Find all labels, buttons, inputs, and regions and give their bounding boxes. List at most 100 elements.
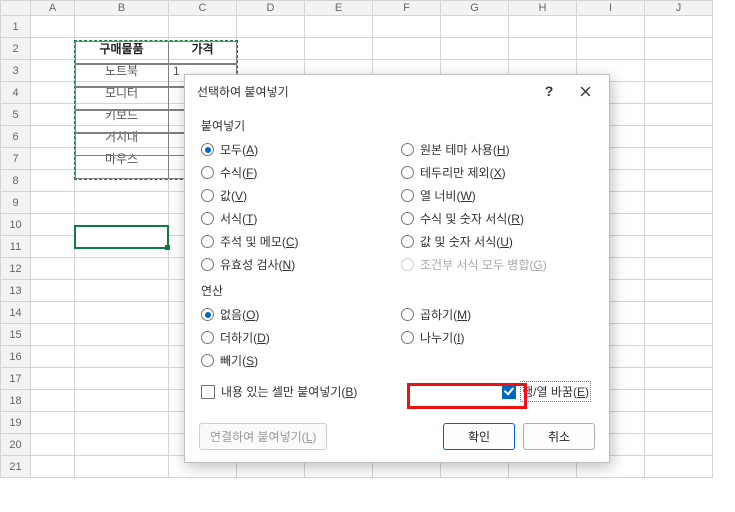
row-header[interactable]: 7 xyxy=(1,148,31,170)
skip-blanks-label: 내용 있는 셀만 붙여넣기(B) xyxy=(221,383,357,400)
option-label: 더하기(D) xyxy=(220,329,270,346)
radio-icon xyxy=(401,258,414,271)
transpose-label: 행/열 바꿈(E) xyxy=(522,383,589,400)
radio-icon xyxy=(401,308,414,321)
radio-icon xyxy=(401,331,414,344)
paste-option-3[interactable]: 서식(T) xyxy=(201,207,393,230)
row-header[interactable]: 14 xyxy=(1,302,31,324)
paste-option-2[interactable]: 값(V) xyxy=(201,184,393,207)
radio-icon xyxy=(401,143,414,156)
row-header[interactable]: 9 xyxy=(1,192,31,214)
radio-icon xyxy=(401,212,414,225)
col-header-D[interactable]: D xyxy=(237,1,305,16)
row-header[interactable]: 16 xyxy=(1,346,31,368)
cancel-button[interactable]: 취소 xyxy=(523,423,595,450)
radio-icon xyxy=(401,166,414,179)
option-label: 값(V) xyxy=(220,187,247,204)
operation-option-1[interactable]: 나누기(I) xyxy=(401,326,593,349)
radio-icon xyxy=(201,235,214,248)
option-label: 수식 및 숫자 서식(R) xyxy=(420,210,524,227)
row-header[interactable]: 4 xyxy=(1,82,31,104)
col-header-H[interactable]: H xyxy=(509,1,577,16)
group-operation-label: 연산 xyxy=(201,282,593,299)
row-header[interactable]: 5 xyxy=(1,104,31,126)
cell-B5[interactable]: 키보드 xyxy=(75,104,169,126)
paste-option-3[interactable]: 수식 및 숫자 서식(R) xyxy=(401,207,593,230)
close-icon xyxy=(580,86,591,97)
row-header[interactable]: 21 xyxy=(1,456,31,478)
paste-option-2[interactable]: 열 너비(W) xyxy=(401,184,593,207)
paste-option-1[interactable]: 수식(F) xyxy=(201,161,393,184)
paste-option-5: 조건부 서식 모두 병합(G) xyxy=(401,253,593,276)
radio-icon xyxy=(201,189,214,202)
help-button[interactable]: ? xyxy=(531,77,567,105)
radio-icon xyxy=(201,166,214,179)
paste-special-dialog: 선택하여 붙여넣기 ? 붙여넣기 모두(A) 수식(F) 값(V) 서식(T) 주석 및… xyxy=(184,74,610,463)
col-header-C[interactable]: C xyxy=(169,1,237,16)
cell-B6[interactable]: 거치대 xyxy=(75,126,169,148)
paste-option-5[interactable]: 유효성 검사(N) xyxy=(201,253,393,276)
cell-B7[interactable]: 마우스 xyxy=(75,148,169,170)
col-header-F[interactable]: F xyxy=(373,1,441,16)
option-label: 모두(A) xyxy=(220,141,258,158)
row-header[interactable]: 1 xyxy=(1,16,31,38)
checkbox-icon xyxy=(502,385,516,399)
cell-B4[interactable]: 모니터 xyxy=(75,82,169,104)
row-header[interactable]: 13 xyxy=(1,280,31,302)
row-header[interactable]: 20 xyxy=(1,434,31,456)
radio-icon xyxy=(201,143,214,156)
paste-option-1[interactable]: 테두리만 제외(X) xyxy=(401,161,593,184)
option-label: 빼기(S) xyxy=(220,352,258,369)
skip-blanks-checkbox[interactable]: 내용 있는 셀만 붙여넣기(B) xyxy=(201,380,357,403)
row-header[interactable]: 17 xyxy=(1,368,31,390)
col-header-A[interactable]: A xyxy=(31,1,75,16)
row-header[interactable]: 11 xyxy=(1,236,31,258)
option-label: 값 및 숫자 서식(U) xyxy=(420,233,513,250)
paste-option-4[interactable]: 주석 및 메모(C) xyxy=(201,230,393,253)
option-label: 서식(T) xyxy=(220,210,257,227)
option-label: 열 너비(W) xyxy=(420,187,476,204)
option-label: 조건부 서식 모두 병합(G) xyxy=(420,256,547,273)
cell-C2[interactable]: 가격 xyxy=(169,38,237,60)
option-label: 원본 테마 사용(H) xyxy=(420,141,510,158)
option-label: 없음(O) xyxy=(220,306,259,323)
paste-link-button: 연결하여 붙여넣기(L) xyxy=(199,423,327,450)
option-label: 주석 및 메모(C) xyxy=(220,233,299,250)
row-header[interactable]: 18 xyxy=(1,390,31,412)
operation-option-2[interactable]: 빼기(S) xyxy=(201,349,393,372)
col-header-I[interactable]: I xyxy=(577,1,645,16)
radio-icon xyxy=(401,235,414,248)
row-header[interactable]: 19 xyxy=(1,412,31,434)
row-header[interactable]: 15 xyxy=(1,324,31,346)
operation-option-0[interactable]: 곱하기(M) xyxy=(401,303,593,326)
radio-icon xyxy=(201,354,214,367)
col-header-B[interactable]: B xyxy=(75,1,169,16)
row-header[interactable]: 8 xyxy=(1,170,31,192)
row-header[interactable]: 12 xyxy=(1,258,31,280)
group-paste-label: 붙여넣기 xyxy=(201,117,593,134)
option-label: 수식(F) xyxy=(220,164,257,181)
dialog-titlebar[interactable]: 선택하여 붙여넣기 ? xyxy=(185,75,609,107)
option-label: 곱하기(M) xyxy=(420,306,471,323)
row-header[interactable]: 10 xyxy=(1,214,31,236)
paste-option-0[interactable]: 모두(A) xyxy=(201,138,393,161)
col-header-J[interactable]: J xyxy=(645,1,713,16)
row-header[interactable]: 2 xyxy=(1,38,31,60)
operation-option-0[interactable]: 없음(O) xyxy=(201,303,393,326)
cell-B2[interactable]: 구매물품 xyxy=(75,38,169,60)
cell-B3[interactable]: 노트북 xyxy=(75,60,169,82)
col-header-G[interactable]: G xyxy=(441,1,509,16)
close-button[interactable] xyxy=(567,77,603,105)
operation-option-1[interactable]: 더하기(D) xyxy=(201,326,393,349)
paste-option-0[interactable]: 원본 테마 사용(H) xyxy=(401,138,593,161)
ok-button[interactable]: 확인 xyxy=(443,423,515,450)
row-header[interactable]: 6 xyxy=(1,126,31,148)
radio-icon xyxy=(201,258,214,271)
transpose-checkbox[interactable]: 행/열 바꿈(E) xyxy=(498,382,593,401)
row-header[interactable]: 3 xyxy=(1,60,31,82)
select-all-corner[interactable] xyxy=(1,1,31,16)
checkbox-icon xyxy=(201,385,215,399)
paste-option-4[interactable]: 값 및 숫자 서식(U) xyxy=(401,230,593,253)
col-header-E[interactable]: E xyxy=(305,1,373,16)
radio-icon xyxy=(201,212,214,225)
